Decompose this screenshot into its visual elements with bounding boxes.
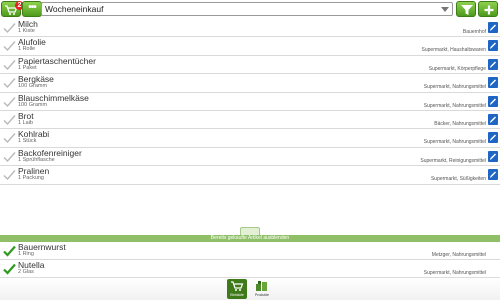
- list-select[interactable]: Wocheneinkauf: [41, 2, 453, 16]
- pencil-icon: [490, 98, 496, 105]
- item-quantity: 1 Kiste: [18, 28, 35, 34]
- filter-button[interactable]: [456, 1, 476, 17]
- item-category: Supermarkt, Reinigungsmittel: [420, 157, 486, 164]
- nav-tab-produkte[interactable]: Produkte: [252, 279, 272, 299]
- edit-button[interactable]: [488, 132, 498, 144]
- item-category: Supermarkt, Nahrungsmittel: [423, 270, 486, 276]
- item-quantity: 1 Packung: [18, 175, 44, 182]
- edit-button[interactable]: [488, 150, 498, 162]
- pencil-icon: [490, 79, 496, 87]
- checkmark-icon[interactable]: [3, 169, 16, 181]
- item-category: Supermarkt, Haushaltswaren: [421, 47, 486, 54]
- nav-tab-label: Einkäufe: [230, 293, 244, 297]
- item-quantity: 100 Gramm: [18, 101, 48, 108]
- item-quantity: 100 Gramm: [18, 83, 48, 90]
- checkmark-icon[interactable]: [3, 263, 16, 275]
- checkmark-icon[interactable]: [3, 22, 16, 34]
- checkmark-icon[interactable]: [3, 114, 16, 126]
- products-icon: [256, 281, 267, 291]
- chevron-down-icon: [441, 7, 449, 12]
- item-category: Supermarkt, Körperpflege: [428, 65, 486, 72]
- edit-button[interactable]: [488, 58, 498, 70]
- item-quantity: 1 Paket: [18, 64, 37, 71]
- checkmark-icon[interactable]: [3, 132, 16, 144]
- item-quantity: 1 Sprühflasche: [18, 156, 55, 163]
- edit-button[interactable]: [488, 77, 498, 89]
- checkmark-icon[interactable]: [3, 77, 16, 89]
- list-item[interactable]: Alufolie 1 Rolle Supermarkt, Haushaltsware…: [0, 37, 500, 56]
- item-quantity: 1 Rolle: [18, 46, 36, 53]
- pencil-icon: [490, 153, 496, 160]
- item-quantity: 1 Laib: [18, 119, 33, 126]
- pencil-icon: [490, 116, 496, 123]
- item-category: Bäcker, Nahrungsmittel: [434, 120, 486, 127]
- item-quantity: 2 Glas: [18, 269, 34, 275]
- item-category: Supermarkt, Nahrungsmittel: [423, 102, 486, 109]
- edit-button[interactable]: [488, 113, 498, 125]
- item-category: Supermarkt, Nahrungsmittel: [423, 84, 486, 91]
- edit-button[interactable]: [488, 40, 498, 52]
- list-item[interactable]: Brot 1 Laib Bäcker, Nahrungsmittel: [0, 111, 500, 130]
- pencil-icon: [490, 24, 496, 31]
- list-item[interactable]: Bergkäse 100 Gramm Supermarkt, Nahrungsmit…: [0, 74, 500, 93]
- list-item[interactable]: Blauschimmelkäse 100 Gramm Supermarkt, Nah…: [0, 93, 500, 111]
- list-item[interactable]: Kohlrabi 1 Stück Supermarkt, Nahrungsmitte…: [0, 129, 500, 148]
- list-item[interactable]: Pralinen 1 Packung Supermarkt, Süßigkeiten: [0, 166, 500, 185]
- checkmark-icon[interactable]: [3, 151, 16, 163]
- filter-icon: [461, 5, 473, 15]
- nav-tab-einkaeufe[interactable]: Einkäufe: [227, 279, 247, 299]
- item-category: Bauernhof: [462, 29, 486, 35]
- list-item[interactable]: Bauernwurst 1 Ring Metzger, Nahrungsmittel: [0, 242, 500, 260]
- item-category: Metzger, Nahrungsmittel: [431, 252, 486, 258]
- pencil-icon: [490, 134, 496, 142]
- open-items-list: Milch 1 Kiste Bauernhof Alufolie 1 Rolle Supe…: [0, 19, 500, 185]
- top-toolbar: 2 ••• Wocheneinkauf: [0, 0, 500, 19]
- item-category: Supermarkt, Nahrungsmittel: [423, 139, 486, 146]
- edit-button[interactable]: [488, 95, 498, 107]
- pencil-icon: [490, 61, 496, 68]
- list-item[interactable]: Papiertaschentücher 1 Paket Supermarkt, Kö…: [0, 56, 500, 75]
- plus-icon: [484, 5, 494, 15]
- bought-items-list: Bauernwurst 1 Ring Metzger, Nahrungsmittel…: [0, 242, 500, 278]
- checkmark-icon[interactable]: [3, 96, 16, 108]
- item-quantity: 1 Stück: [18, 138, 37, 145]
- checkmark-icon[interactable]: [3, 59, 16, 71]
- item-category: Supermarkt, Süßigkeiten: [430, 176, 486, 183]
- edit-button[interactable]: [488, 169, 498, 181]
- list-item[interactable]: Milch 1 Kiste Bauernhof: [0, 19, 500, 38]
- cart-icon: [231, 281, 244, 291]
- bottom-nav: Einkäufe Produkte: [0, 277, 500, 300]
- item-quantity: 1 Ring: [18, 251, 34, 257]
- list-select-value: Wocheneinkauf: [45, 4, 104, 14]
- pencil-icon: [490, 42, 496, 50]
- hide-bought-label: Bereits gekaufte Artikel ausblenden: [210, 235, 290, 241]
- pencil-icon: [490, 171, 496, 179]
- more-button[interactable]: •••: [22, 1, 42, 17]
- drag-handle[interactable]: [240, 227, 260, 235]
- checkmark-icon[interactable]: [3, 40, 16, 52]
- hide-bought-bar[interactable]: Bereits gekaufte Artikel ausblenden: [0, 235, 500, 242]
- nav-tab-label: Produkte: [254, 293, 269, 297]
- shopping-list-button[interactable]: 2: [1, 1, 24, 17]
- more-icon: •••: [28, 2, 37, 13]
- checkmark-icon[interactable]: [3, 245, 16, 257]
- add-item-button[interactable]: [478, 1, 498, 17]
- edit-button[interactable]: [488, 22, 498, 33]
- list-item[interactable]: Backofenreiniger 1 Sprühflasche Supermarkt…: [0, 148, 500, 167]
- list-item[interactable]: Nutella 2 Glas Supermarkt, Nahrungsmittel: [0, 260, 500, 278]
